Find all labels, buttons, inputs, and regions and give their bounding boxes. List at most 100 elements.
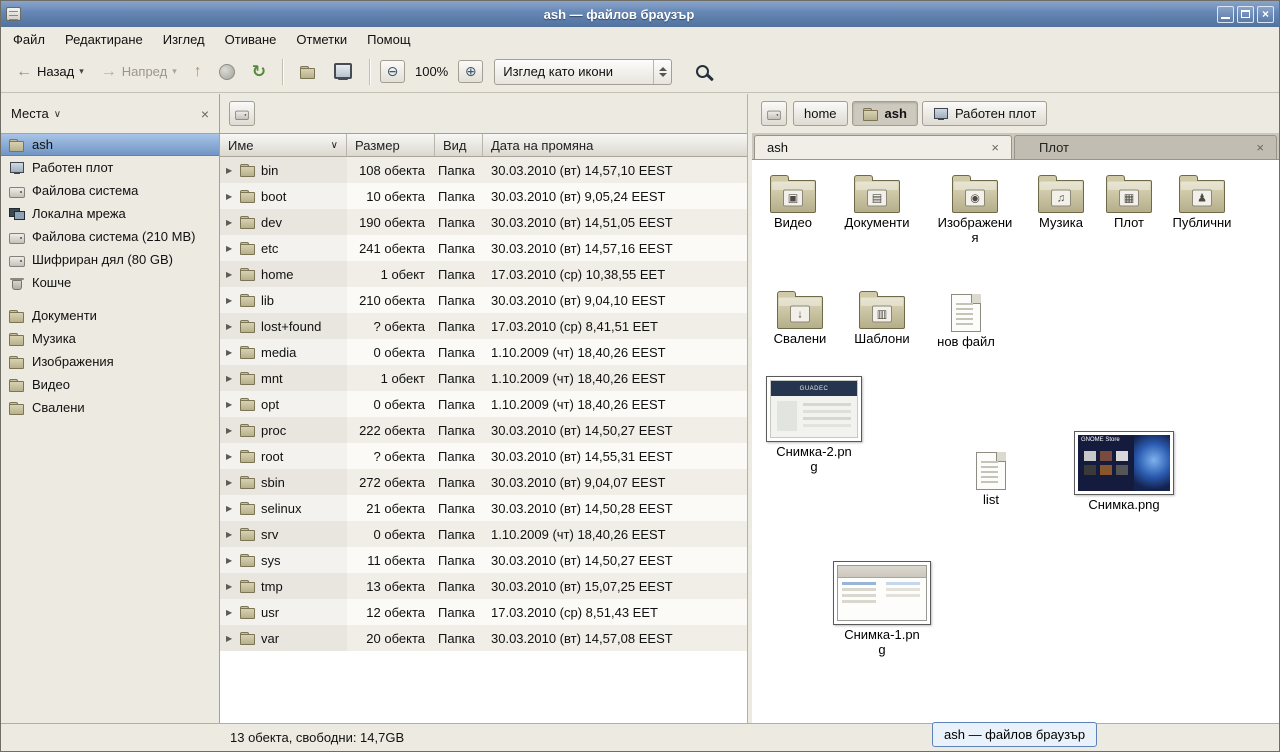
table-row[interactable]: ▶ etc 241 обекта Папка 30.03.2010 (вт) 1… — [220, 235, 747, 261]
computer-button[interactable] — [326, 58, 360, 85]
icon-item-new-file[interactable]: нов файл — [934, 288, 998, 350]
view-mode-select[interactable]: Изглед като икони — [494, 59, 672, 85]
breadcrumb-home-button[interactable]: home — [793, 101, 848, 126]
sidebar-item-documents[interactable]: Документи — [1, 304, 219, 327]
tab-desktop[interactable]: Плот × — [1014, 135, 1277, 159]
breadcrumb-filesystem-button[interactable] — [229, 101, 255, 126]
table-row[interactable]: ▶ boot 10 обекта Папка 30.03.2010 (вт) 9… — [220, 183, 747, 209]
breadcrumb-desktop-button[interactable]: Работен плот — [922, 101, 1047, 126]
sidebar-item-filesystem-210mb[interactable]: Файлова система (210 MB) — [1, 225, 219, 248]
sidebar-item-downloads[interactable]: Свалени — [1, 396, 219, 419]
sidebar-item-encrypted-80gb[interactable]: Шифриран дял (80 GB) — [1, 248, 219, 271]
table-row[interactable]: ▶ bin 108 обекта Папка 30.03.2010 (вт) 1… — [220, 157, 747, 183]
icon-item-snimka1[interactable]: Снимка-1.png — [828, 561, 936, 657]
expander-icon[interactable]: ▶ — [226, 478, 235, 487]
column-header-name[interactable]: Име ∨ — [220, 134, 347, 157]
menu-file[interactable]: Файл — [3, 27, 55, 51]
home-folder-button[interactable] — [293, 60, 323, 84]
sidebar-chevron-icon[interactable]: ∨ — [54, 109, 61, 120]
table-row[interactable]: ▶ proc 222 обекта Папка 30.03.2010 (вт) … — [220, 417, 747, 443]
icon-item-music[interactable]: ♫ Музика — [1025, 172, 1097, 231]
sidebar-item-music[interactable]: Музика — [1, 327, 219, 350]
stop-button[interactable] — [212, 59, 242, 85]
table-row[interactable]: ▶ sbin 272 обекта Папка 30.03.2010 (вт) … — [220, 469, 747, 495]
icon-item-documents[interactable]: ▤ Документи — [837, 172, 917, 231]
expander-icon[interactable]: ▶ — [226, 192, 235, 201]
expander-icon[interactable]: ▶ — [226, 322, 235, 331]
expander-icon[interactable]: ▶ — [226, 608, 235, 617]
icon-item-templates[interactable]: ▥ Шаблони — [846, 288, 918, 347]
expander-icon[interactable]: ▶ — [226, 400, 235, 409]
expander-icon[interactable]: ▶ — [226, 452, 235, 461]
sidebar-item-filesystem[interactable]: Файлова система — [1, 179, 219, 202]
sidebar-item-ash[interactable]: ash — [1, 133, 219, 156]
icon-item-snimka[interactable]: GNOME Store Снимка.png — [1070, 431, 1178, 513]
sidebar-close-icon[interactable]: × — [201, 106, 209, 122]
reload-button[interactable]: ↻ — [245, 58, 273, 85]
zoom-in-button[interactable]: ⊕ — [458, 60, 483, 83]
tab-close-icon[interactable]: × — [991, 140, 999, 155]
icon-item-desktop[interactable]: ▦ Плот — [1099, 172, 1159, 231]
table-row[interactable]: ▶ lib 210 обекта Папка 30.03.2010 (вт) 9… — [220, 287, 747, 313]
column-header-date[interactable]: Дата на промяна — [483, 134, 747, 157]
breadcrumb-ash-button[interactable]: ash — [852, 101, 918, 126]
expander-icon[interactable]: ▶ — [226, 218, 235, 227]
menu-bookmarks[interactable]: Отметки — [286, 27, 357, 51]
sidebar-item-desktop[interactable]: Работен плот — [1, 156, 219, 179]
sidebar-item-trash[interactable]: Кошче — [1, 271, 219, 294]
table-row[interactable]: ▶ selinux 21 обекта Папка 30.03.2010 (вт… — [220, 495, 747, 521]
table-row[interactable]: ▶ media 0 обекта Папка 1.10.2009 (чт) 18… — [220, 339, 747, 365]
icon-item-snimka2[interactable]: GUADEC Снимка-2.png — [764, 376, 864, 474]
table-row[interactable]: ▶ var 20 обекта Папка 30.03.2010 (вт) 14… — [220, 625, 747, 651]
breadcrumb-filesystem-button[interactable] — [761, 101, 787, 126]
close-button[interactable]: × — [1257, 6, 1274, 23]
forward-button[interactable]: → Напред ▾ — [94, 59, 184, 85]
menu-go[interactable]: Отиване — [215, 27, 287, 51]
expander-icon[interactable]: ▶ — [226, 634, 235, 643]
table-row[interactable]: ▶ mnt 1 обект Папка 1.10.2009 (чт) 18,40… — [220, 365, 747, 391]
table-row[interactable]: ▶ tmp 13 обекта Папка 30.03.2010 (вт) 15… — [220, 573, 747, 599]
table-row[interactable]: ▶ root ? обекта Папка 30.03.2010 (вт) 14… — [220, 443, 747, 469]
expander-icon[interactable]: ▶ — [226, 426, 235, 435]
expander-icon[interactable]: ▶ — [226, 296, 235, 305]
expander-icon[interactable]: ▶ — [226, 244, 235, 253]
sidebar-item-pictures[interactable]: Изображения — [1, 350, 219, 373]
expander-icon[interactable]: ▶ — [226, 270, 235, 279]
search-button[interactable] — [687, 57, 717, 87]
icon-item-list[interactable]: list — [958, 446, 1024, 508]
table-row[interactable]: ▶ srv 0 обекта Папка 1.10.2009 (чт) 18,4… — [220, 521, 747, 547]
icon-item-pictures[interactable]: ◉ Изображения — [935, 172, 1015, 245]
maximize-button[interactable] — [1237, 6, 1254, 23]
column-header-type[interactable]: Вид — [435, 134, 483, 157]
icon-item-public[interactable]: ♟ Публични — [1164, 172, 1240, 231]
expander-icon[interactable]: ▶ — [226, 530, 235, 539]
back-button[interactable]: ← Назад ▾ — [9, 59, 91, 85]
icon-item-downloads[interactable]: ↓ Свалени — [765, 288, 835, 347]
column-header-size[interactable]: Размер — [347, 134, 435, 157]
sidebar-item-video[interactable]: Видео — [1, 373, 219, 396]
expander-icon[interactable]: ▶ — [226, 348, 235, 357]
expander-icon[interactable]: ▶ — [226, 166, 235, 175]
icon-view[interactable]: ▣ Видео ▤ Документи ◉ Изображения ♫ Музи… — [752, 160, 1279, 723]
menu-view[interactable]: Изглед — [153, 27, 215, 51]
minimize-button[interactable] — [1217, 6, 1234, 23]
expander-icon[interactable]: ▶ — [226, 582, 235, 591]
table-row[interactable]: ▶ dev 190 обекта Папка 30.03.2010 (вт) 1… — [220, 209, 747, 235]
table-row[interactable]: ▶ home 1 обект Папка 17.03.2010 (ср) 10,… — [220, 261, 747, 287]
table-row[interactable]: ▶ sys 11 обекта Папка 30.03.2010 (вт) 14… — [220, 547, 747, 573]
back-dropdown-icon[interactable]: ▾ — [79, 66, 84, 77]
tab-close-icon[interactable]: × — [1256, 140, 1264, 155]
view-mode-spinner[interactable] — [653, 60, 671, 84]
menu-edit[interactable]: Редактиране — [55, 27, 153, 51]
sidebar-item-local-network[interactable]: Локална мрежа — [1, 202, 219, 225]
expander-icon[interactable]: ▶ — [226, 374, 235, 383]
expander-icon[interactable]: ▶ — [226, 504, 235, 513]
table-row[interactable]: ▶ opt 0 обекта Папка 1.10.2009 (чт) 18,4… — [220, 391, 747, 417]
icon-item-video[interactable]: ▣ Видео — [758, 172, 828, 231]
zoom-out-button[interactable]: ⊖ — [380, 60, 405, 83]
table-row[interactable]: ▶ lost+found ? обекта Папка 17.03.2010 (… — [220, 313, 747, 339]
up-button[interactable]: ↑ — [187, 59, 209, 85]
expander-icon[interactable]: ▶ — [226, 556, 235, 565]
table-row[interactable]: ▶ usr 12 обекта Папка 17.03.2010 (ср) 8,… — [220, 599, 747, 625]
tab-ash[interactable]: ash × — [754, 135, 1012, 159]
